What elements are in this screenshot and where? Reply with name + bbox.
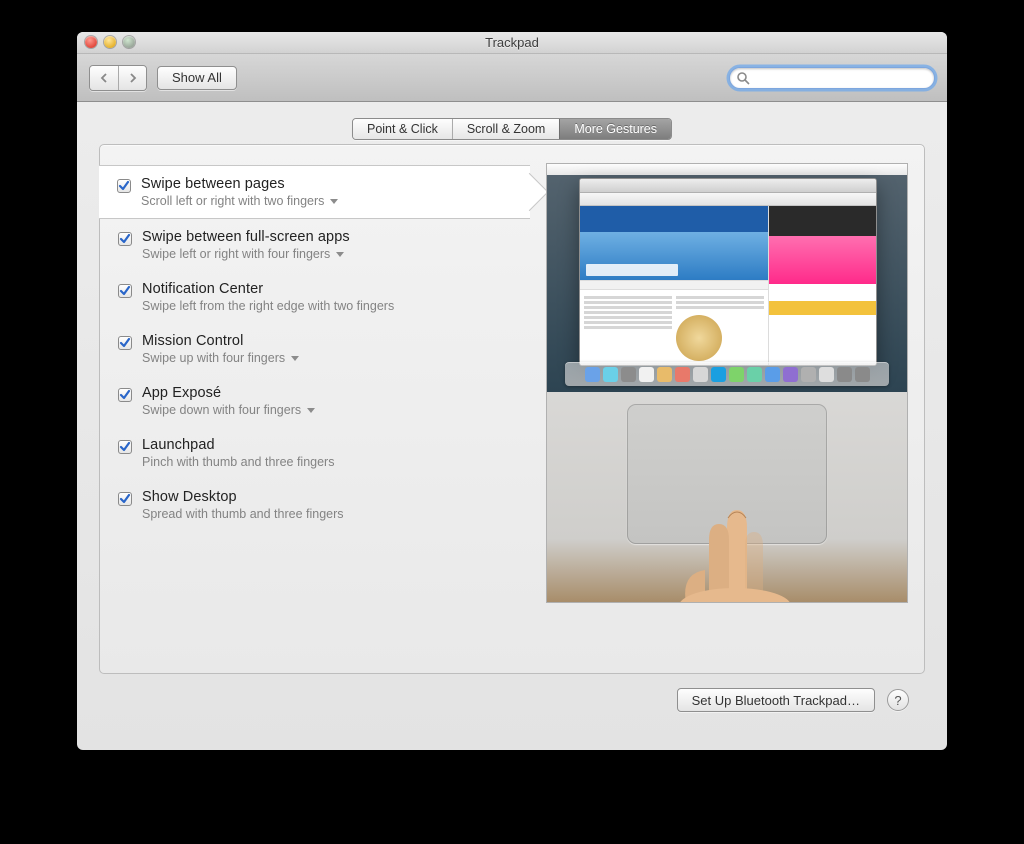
gesture-title: Swipe between pages	[141, 176, 338, 192]
nav-segmented	[89, 65, 147, 91]
prefs-window: Trackpad Show All Point & ClickScroll & …	[77, 32, 947, 750]
title-bar[interactable]: Trackpad	[77, 32, 947, 54]
tab-point-click[interactable]: Point & Click	[353, 119, 452, 139]
preview-menubar	[547, 164, 907, 175]
setup-bluetooth-button[interactable]: Set Up Bluetooth Trackpad…	[677, 688, 875, 712]
chevron-down-icon[interactable]	[330, 199, 338, 204]
back-button[interactable]	[90, 66, 118, 90]
checkbox[interactable]	[118, 492, 132, 506]
show-all-button[interactable]: Show All	[157, 66, 237, 90]
checkbox[interactable]	[117, 179, 131, 193]
checkbox[interactable]	[118, 284, 132, 298]
close-icon[interactable]	[85, 36, 97, 48]
tab-scroll-zoom[interactable]: Scroll & Zoom	[452, 119, 560, 139]
checkbox[interactable]	[118, 232, 132, 246]
search-icon	[736, 71, 750, 85]
gesture-row[interactable]: Swipe between full-screen apps Swipe left…	[100, 219, 530, 271]
dock-app-icon	[711, 367, 726, 382]
forward-button[interactable]	[118, 66, 146, 90]
dock-app-icon	[747, 367, 762, 382]
gesture-desc: Spread with thumb and three fingers	[142, 507, 344, 521]
gesture-desc: Swipe left from the right edge with two …	[142, 299, 394, 313]
gesture-title: Mission Control	[142, 333, 299, 349]
gesture-row[interactable]: Show Desktop Spread with thumb and three …	[100, 479, 530, 531]
show-all-label: Show All	[172, 70, 222, 85]
preview-trackpad-area	[547, 392, 907, 602]
preview-browser-window	[579, 178, 877, 366]
dock-app-icon	[729, 367, 744, 382]
preview-video	[546, 163, 908, 603]
zoom-icon[interactable]	[123, 36, 135, 48]
gesture-row[interactable]: Launchpad Pinch with thumb and three fing…	[100, 427, 530, 479]
gesture-title: Show Desktop	[142, 489, 344, 505]
gesture-row[interactable]: Notification Center Swipe left from the r…	[100, 271, 530, 323]
gesture-row[interactable]: App Exposé Swipe down with four fingers	[100, 375, 530, 427]
preview-pane	[546, 163, 908, 655]
dock-app-icon	[675, 367, 690, 382]
chevron-down-icon[interactable]	[291, 356, 299, 361]
checkbox[interactable]	[118, 440, 132, 454]
dock-app-icon	[639, 367, 654, 382]
gesture-title: App Exposé	[142, 385, 315, 401]
search-wrap	[729, 67, 935, 89]
checkbox[interactable]	[118, 336, 132, 350]
gesture-title: Launchpad	[142, 437, 334, 453]
gesture-desc: Pinch with thumb and three fingers	[142, 455, 334, 469]
checkbox[interactable]	[118, 388, 132, 402]
dock-app-icon	[621, 367, 636, 382]
gesture-row[interactable]: Mission Control Swipe up with four finger…	[100, 323, 530, 375]
preview-dock	[565, 362, 889, 386]
dock-app-icon	[855, 367, 870, 382]
dock-app-icon	[693, 367, 708, 382]
dock-app-icon	[837, 367, 852, 382]
gesture-list: Swipe between pages Scroll left or right …	[100, 163, 530, 655]
help-label: ?	[894, 693, 901, 708]
dock-app-icon	[783, 367, 798, 382]
gesture-desc[interactable]: Swipe left or right with four fingers	[142, 247, 350, 261]
tab-bar: Point & ClickScroll & ZoomMore Gestures	[352, 118, 672, 140]
dock-app-icon	[657, 367, 672, 382]
preview-desktop	[547, 164, 907, 392]
dock-app-icon	[765, 367, 780, 382]
dock-app-icon	[585, 367, 600, 382]
search-input[interactable]	[729, 67, 935, 89]
dock-app-icon	[603, 367, 618, 382]
gesture-desc[interactable]: Swipe up with four fingers	[142, 351, 299, 365]
gesture-desc[interactable]: Swipe down with four fingers	[142, 403, 315, 417]
dock-app-icon	[819, 367, 834, 382]
gesture-row[interactable]: Swipe between pages Scroll left or right …	[99, 165, 530, 219]
tab-more-gestures[interactable]: More Gestures	[559, 119, 671, 139]
hand-icon	[657, 488, 817, 603]
window-title: Trackpad	[485, 35, 539, 50]
toolbar: Show All	[77, 54, 947, 102]
settings-panel: Swipe between pages Scroll left or right …	[99, 144, 925, 674]
gesture-title: Swipe between full-screen apps	[142, 229, 350, 245]
dock-app-icon	[801, 367, 816, 382]
content: Point & ClickScroll & ZoomMore Gestures …	[77, 102, 947, 730]
chevron-down-icon[interactable]	[336, 252, 344, 257]
traffic-lights	[85, 36, 135, 48]
help-button[interactable]: ?	[887, 689, 909, 711]
setup-bluetooth-label: Set Up Bluetooth Trackpad…	[692, 693, 860, 708]
gesture-title: Notification Center	[142, 281, 394, 297]
gesture-desc[interactable]: Scroll left or right with two fingers	[141, 194, 338, 208]
minimize-icon[interactable]	[104, 36, 116, 48]
footer: Set Up Bluetooth Trackpad… ?	[99, 674, 925, 712]
chevron-down-icon[interactable]	[307, 408, 315, 413]
